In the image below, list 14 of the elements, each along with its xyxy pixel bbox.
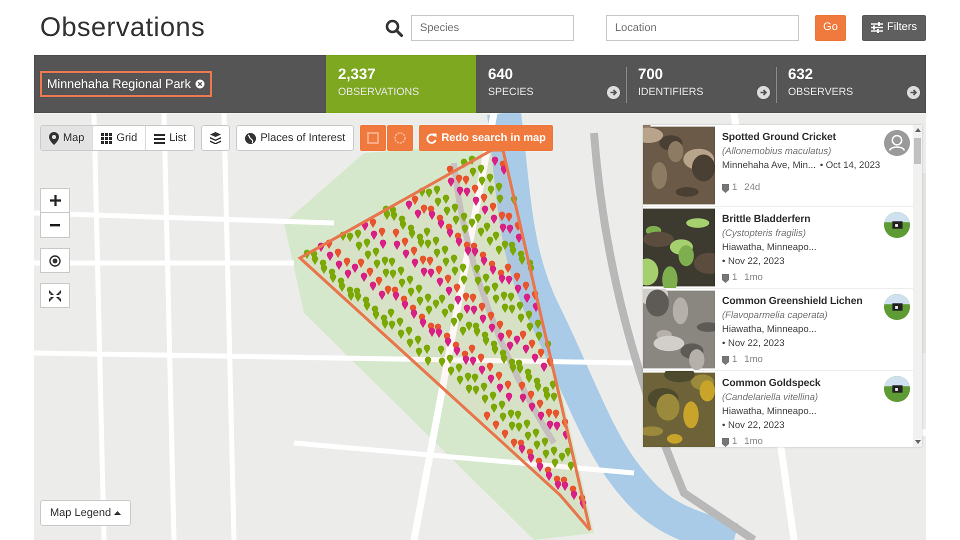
sliders-icon xyxy=(871,22,884,33)
place-filter-chip[interactable]: Minnehaha Regional Park xyxy=(40,71,212,97)
stat-tab[interactable]: 632 OBSERVERS xyxy=(776,55,926,113)
location-field[interactable]: Location xyxy=(606,14,799,40)
arrow-right-icon xyxy=(907,86,920,99)
page-title: Observations xyxy=(40,11,206,44)
search-icon xyxy=(385,18,403,36)
remove-icon xyxy=(194,79,205,89)
arrow-right-icon xyxy=(757,86,770,99)
filters-button[interactable]: Filters xyxy=(862,14,926,40)
species-field[interactable]: Species xyxy=(411,14,574,40)
stat-tab[interactable]: 700 IDENTIFIERS xyxy=(626,55,776,113)
stat-tab[interactable]: 640 SPECIES xyxy=(476,55,626,113)
arrow-right-icon xyxy=(607,86,620,99)
